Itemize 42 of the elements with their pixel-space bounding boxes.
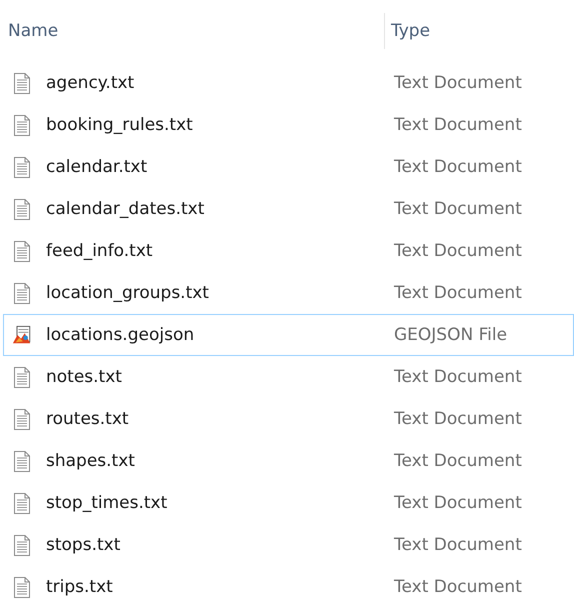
file-type: GEOJSON File [394, 325, 508, 345]
file-name[interactable]: calendar_dates.txt [32, 199, 394, 219]
file-type: Text Document [394, 199, 523, 219]
file-type: Text Document [394, 73, 523, 93]
file-name[interactable]: shapes.txt [32, 451, 394, 471]
file-name[interactable]: locations.geojson [32, 325, 394, 345]
document-icon [14, 114, 30, 136]
document-icon [14, 366, 30, 388]
file-row[interactable]: locations.geojson GEOJSON File [3, 314, 574, 356]
map-file-icon [12, 324, 32, 346]
file-type: Text Document [394, 367, 523, 387]
file-name[interactable]: booking_rules.txt [32, 115, 394, 135]
column-header[interactable]: Name [0, 21, 384, 41]
column-header[interactable]: Type [384, 13, 574, 49]
file-type: Text Document [394, 115, 523, 135]
document-icon [14, 282, 30, 304]
file-name[interactable]: calendar.txt [32, 157, 394, 177]
file-type: Text Document [394, 535, 523, 555]
file-type: Text Document [394, 241, 523, 261]
document-icon [14, 450, 30, 472]
file-name[interactable]: feed_info.txt [32, 241, 394, 261]
document-icon [14, 156, 30, 178]
file-type: Text Document [394, 493, 523, 513]
file-name[interactable]: agency.txt [32, 73, 394, 93]
file-type: Text Document [394, 283, 523, 303]
file-name[interactable]: stop_times.txt [32, 493, 394, 513]
file-name[interactable]: notes.txt [32, 367, 394, 387]
file-type: Text Document [394, 157, 523, 177]
file-type: Text Document [394, 577, 523, 597]
document-icon [14, 576, 30, 598]
document-icon [14, 240, 30, 262]
file-type: Text Document [394, 409, 523, 429]
file-name[interactable]: location_groups.txt [32, 283, 394, 303]
document-icon [14, 72, 30, 94]
file-type: Text Document [394, 451, 523, 471]
file-name[interactable]: routes.txt [32, 409, 394, 429]
document-icon [14, 198, 30, 220]
file-name[interactable]: stops.txt [32, 535, 394, 555]
document-icon [14, 408, 30, 430]
file-name[interactable]: trips.txt [32, 577, 394, 597]
document-icon [14, 534, 30, 556]
document-icon [14, 492, 30, 514]
